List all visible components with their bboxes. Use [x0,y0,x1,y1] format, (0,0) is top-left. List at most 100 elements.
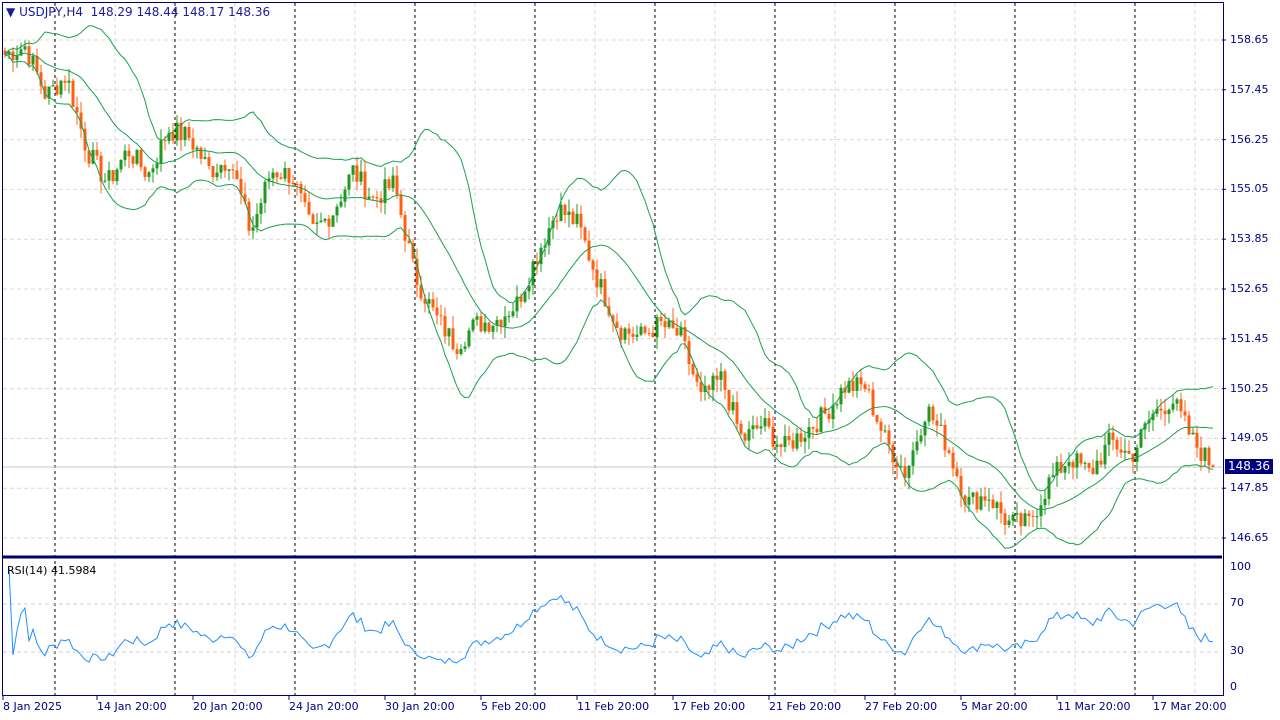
bear-candle [439,315,443,317]
bear-candle [363,171,367,199]
bull-candle [283,167,287,179]
bull-candle [351,165,355,175]
high-value: 148.44 [136,5,179,19]
bear-candle [355,165,359,182]
bull-candle [747,429,751,441]
time-axis-label: 5 Mar 20:00 [961,700,1028,713]
bear-candle [791,440,795,449]
bull-candle [719,371,723,380]
bull-candle [103,180,107,182]
chart-header: ▼ USDJPY,H4 148.29 148.44 148.17 148.36 [6,5,270,19]
bear-candle [75,107,79,113]
rsi-axis-label: 100 [1230,560,1251,573]
bull-candle [711,375,715,390]
bear-candle [991,499,995,508]
bear-candle [327,218,331,227]
bear-candle [707,385,711,390]
bull-candle [259,203,263,214]
bull-candle [1023,513,1027,527]
bear-candle [1119,449,1123,453]
price-axis-label: 152.65 [1230,282,1269,295]
bear-candle [659,317,663,322]
bull-candle [447,328,451,337]
bull-candle [1083,462,1087,464]
bull-candle [459,348,463,355]
bollinger-upper [4,25,1214,492]
bear-candle [743,433,747,441]
bear-candle [1195,432,1199,448]
bull-candle [427,299,431,304]
bull-candle [367,196,371,199]
price-axis-label: 146.65 [1230,531,1269,544]
bull-candle [331,215,335,227]
bear-candle [451,328,455,350]
bull-candle [939,424,943,426]
bear-candle [207,157,211,167]
price-chart[interactable] [0,0,1280,720]
bear-candle [111,170,115,182]
rsi-axis-label: 30 [1230,644,1244,657]
dropdown-triangle-icon[interactable]: ▼ [6,5,15,19]
bull-candle [759,426,763,429]
bull-candle [967,496,971,505]
bear-candle [723,371,727,390]
bear-candle [651,332,655,338]
bull-candle [1171,403,1175,410]
bear-candle [875,415,879,422]
bull-candle [763,418,767,427]
bear-candle [735,402,739,424]
time-axis-label: 24 Jan 20:00 [289,700,359,713]
bear-candle [771,426,775,447]
bull-candle [987,499,991,501]
bear-candle [947,450,951,453]
bull-candle [923,421,927,436]
bull-candle [463,346,467,349]
bear-candle [675,328,679,336]
close-value: 148.36 [228,5,271,19]
bull-candle [339,201,343,207]
bull-candle [635,334,639,337]
bear-candle [287,167,291,183]
bear-candle [627,328,631,334]
price-axis-label: 157.45 [1230,82,1269,96]
time-axis-label: 21 Feb 20:00 [769,700,842,713]
bull-candle [1007,520,1011,526]
rsi-label: RSI(14) 41.5984 [7,564,97,577]
bull-candle [475,316,479,320]
bull-candle [319,220,323,223]
bear-candle [1111,432,1115,440]
bear-candle [1179,399,1183,412]
bull-candle [1063,466,1067,473]
bull-candle [159,140,163,164]
bear-candle [371,196,375,198]
bear-candle [1211,465,1215,468]
price-axis-label: 153.85 [1230,232,1269,246]
bear-candle [1207,447,1211,466]
price-axis-label: 149.05 [1230,431,1269,445]
bear-candle [143,167,147,177]
bear-candle [999,502,1003,514]
bull-candle [1135,447,1139,462]
bear-candle [1019,513,1023,527]
bull-candle [219,165,223,173]
bear-candle [395,175,399,195]
bull-candle [775,444,779,447]
bear-candle [163,140,167,142]
bear-candle [931,406,935,421]
bear-candle [1071,461,1075,468]
bear-candle [199,147,203,159]
bull-candle [119,159,123,170]
time-axis-label: 5 Feb 20:00 [481,700,547,713]
bull-candle [483,322,487,332]
bull-candle [1103,444,1107,465]
bull-candle [151,168,155,173]
bear-candle [591,260,595,270]
bear-candle [55,85,59,95]
bear-candle [71,80,75,108]
bear-candle [691,364,695,375]
bull-candle [911,450,915,466]
bear-candle [571,211,575,225]
bear-candle [863,384,867,390]
bear-candle [975,492,979,510]
bull-candle [1015,513,1019,515]
